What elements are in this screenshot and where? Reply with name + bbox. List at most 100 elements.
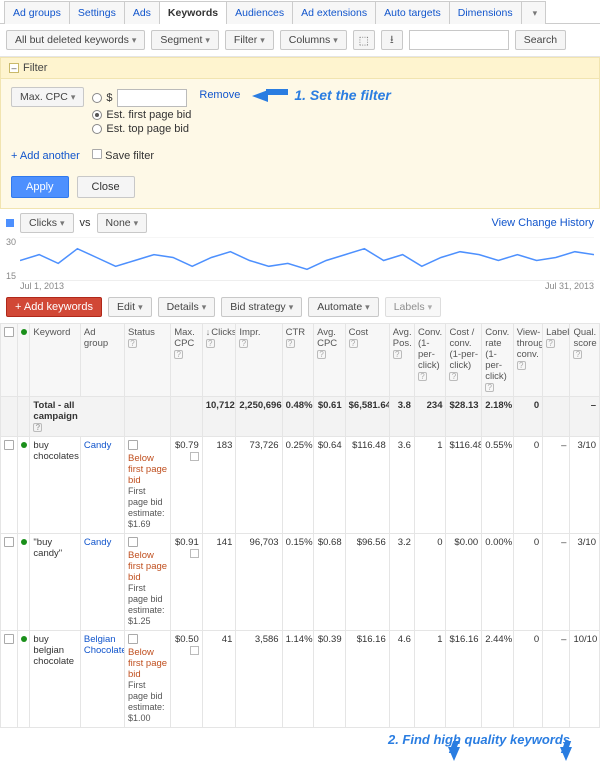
col-clicks[interactable]: Clicks? [202,324,236,397]
add-keywords-button[interactable]: + Add keywords [6,297,102,317]
radio-top-page-bid[interactable]: Est. top page bid [92,123,191,135]
col-ctr[interactable]: CTR? [282,324,314,397]
radio-first-page-bid[interactable]: Est. first page bid [92,109,191,121]
remove-filter-link[interactable]: Remove [199,87,240,101]
edit-icon[interactable] [190,452,199,461]
left-series-dropdown[interactable]: Clicks [20,213,74,233]
search-button[interactable]: Search [515,30,566,50]
tab-audiences[interactable]: Audiences [226,1,293,24]
filter-radio-group: $ Est. first page bid Est. top page bid [92,87,191,137]
cell-max-cpc: $0.50 [171,631,203,728]
tab-more[interactable] [521,1,547,24]
collapse-icon[interactable]: – [9,63,19,73]
col-checkbox[interactable] [1,324,18,397]
cell-avg-cpc: $0.68 [314,534,346,631]
search-input[interactable] [409,30,509,50]
view-change-history-link[interactable]: View Change History [491,217,594,229]
annotation-1: 1. Set the filter [294,87,390,103]
row-checkbox[interactable] [4,634,14,644]
col-conv-rate[interactable]: Conv. rate (1-per-click)? [482,324,514,397]
apply-button[interactable]: Apply [11,176,69,198]
save-filter-checkbox[interactable] [92,149,102,159]
automate-dropdown[interactable]: Automate [308,297,378,317]
edit-icon[interactable] [190,646,199,655]
tab-auto-targets[interactable]: Auto targets [375,1,450,24]
col-adgroup[interactable]: Ad group [80,324,124,397]
filter-header: – Filter [1,58,599,79]
col-max-cpc[interactable]: Max. CPC? [171,324,203,397]
tab-dimensions[interactable]: Dimensions [449,1,522,24]
cell-pos: 4.6 [389,631,414,728]
labels-dropdown[interactable]: Labels [385,297,441,317]
cell-cost-conv: $0.00 [446,534,482,631]
col-status[interactable]: Status? [124,324,170,397]
cell-labels: – [543,534,570,631]
cell-qual-score: 10/10 [570,631,600,728]
vs-label: vs [80,217,91,229]
cell-status: Below first page bidFirst page bid estim… [124,534,170,631]
cell-labels: – [543,631,570,728]
tab-ad-extensions[interactable]: Ad extensions [292,1,376,24]
adgroup-link[interactable]: Candy [84,440,111,451]
col-cost-conv[interactable]: Cost / conv. (1-per-click)? [446,324,482,397]
chart-icon[interactable]: ⬚ [353,30,375,50]
cell-max-cpc: $0.79 [171,437,203,534]
col-avg-pos[interactable]: Avg. Pos.? [389,324,414,397]
status-dot-icon [21,539,27,545]
cell-keyword: "buy candy" [30,534,80,631]
tab-keywords[interactable]: Keywords [159,1,227,24]
col-conv[interactable]: Conv. (1-per-click)? [414,324,446,397]
status-checkbox[interactable] [128,634,138,644]
add-another-link[interactable]: + Add another [11,150,80,162]
edit-icon[interactable] [190,549,199,558]
keywords-scope-dropdown[interactable]: All but deleted keywords [6,30,145,50]
segment-dropdown[interactable]: Segment [151,30,219,50]
cell-conv-rate: 0.55% [482,437,514,534]
col-labels[interactable]: Labels? [543,324,570,397]
status-checkbox[interactable] [128,440,138,450]
cell-avg-cpc: $0.64 [314,437,346,534]
cell-max-cpc: $0.91 [171,534,203,631]
line-chart: 30 15 Jul 1, 2013 Jul 31, 2013 [6,237,594,291]
tab-settings[interactable]: Settings [69,1,125,24]
close-button[interactable]: Close [77,176,135,198]
table-row: "buy candy" Candy Below first page bidFi… [1,534,600,631]
tab-ad-groups[interactable]: Ad groups [4,1,70,24]
col-impr[interactable]: Impr.? [236,324,282,397]
edit-dropdown[interactable]: Edit [108,297,152,317]
cell-qual-score: 3/10 [570,437,600,534]
row-checkbox[interactable] [4,537,14,547]
radio-dollar[interactable]: $ [92,89,191,107]
chart-controls: Clicks vs None View Change History [0,209,600,237]
col-avg-cpc[interactable]: Avg. CPC? [314,324,346,397]
details-dropdown[interactable]: Details [158,297,216,317]
columns-dropdown[interactable]: Columns [280,30,347,50]
bid-strategy-dropdown[interactable]: Bid strategy [221,297,302,317]
cell-impr: 73,726 [236,437,282,534]
right-series-dropdown[interactable]: None [97,213,148,233]
col-cost[interactable]: Cost? [345,324,389,397]
filter-dropdown[interactable]: Filter [225,30,274,50]
cell-status: Below first page bidFirst page bid estim… [124,631,170,728]
view-toolbar: All but deleted keywords Segment Filter … [0,24,600,57]
col-vtc[interactable]: View-through conv.? [513,324,542,397]
cell-ctr: 0.15% [282,534,314,631]
col-status-dot[interactable] [17,324,30,397]
col-qual-score[interactable]: Qual. score? [570,324,600,397]
col-keyword[interactable]: Keyword [30,324,80,397]
radio-icon [92,93,102,103]
x-tick-right: Jul 31, 2013 [545,281,594,291]
dollar-input[interactable] [117,89,187,107]
filter-metric-dropdown[interactable]: Max. CPC [11,87,84,107]
cell-keyword: buy belgian chocolate [30,631,80,728]
row-checkbox[interactable] [4,440,14,450]
status-checkbox[interactable] [128,537,138,547]
adgroup-link[interactable]: Belgian Chocolate [84,634,125,656]
adgroup-link[interactable]: Candy [84,537,111,548]
cell-impr: 3,586 [236,631,282,728]
cell-cost-conv: $16.16 [446,631,482,728]
tab-ads[interactable]: Ads [124,1,160,24]
table-row: buy belgian chocolate Belgian Chocolate … [1,631,600,728]
download-icon[interactable]: ⭳ [381,30,403,50]
cell-conv: 0 [414,534,446,631]
